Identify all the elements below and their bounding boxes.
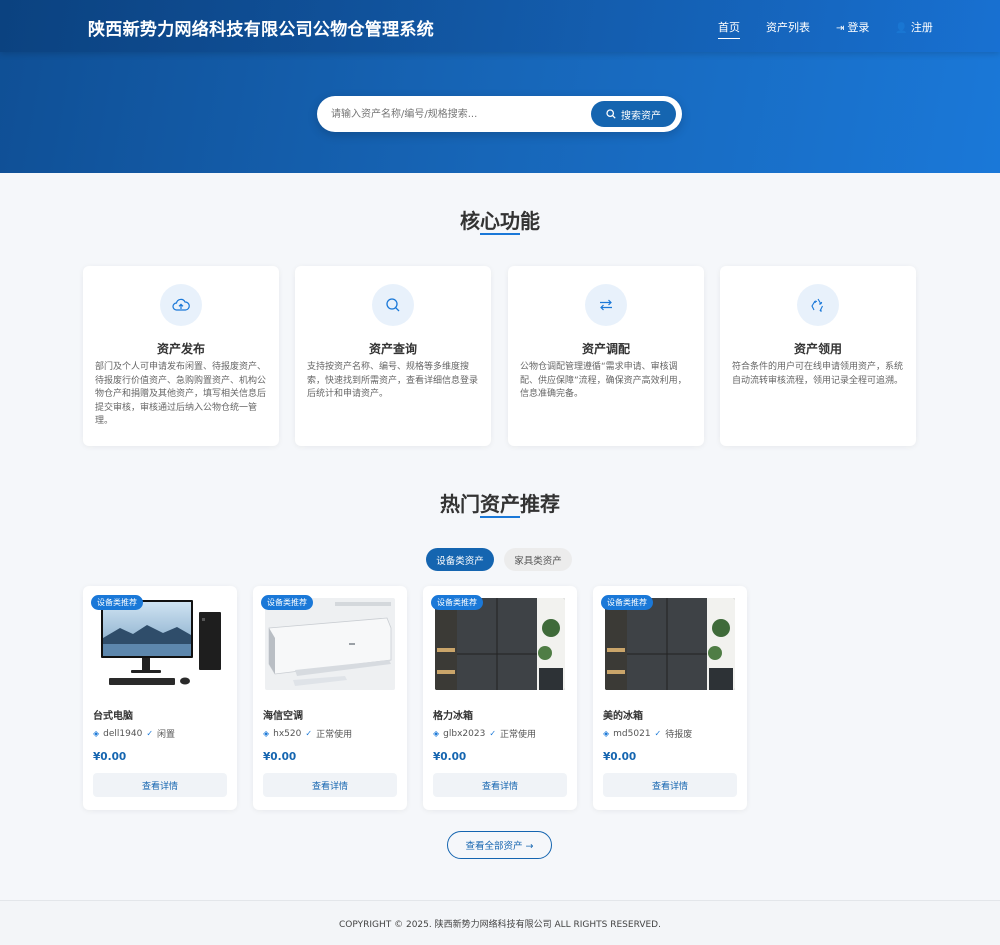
view-details-button[interactable]: 查看详情 — [263, 773, 397, 797]
feature-card-allocate: 资产调配 公物仓调配管理遵循“需求申请、审核调配、供应保障”流程，确保资产高效利… — [508, 266, 704, 446]
product-image-air-conditioner — [265, 598, 395, 690]
product-image-desktop — [95, 598, 225, 690]
feature-title: 资产发布 — [156, 342, 205, 356]
product-status: 待报废 — [665, 730, 693, 740]
tag-icon: ◈ — [433, 729, 440, 738]
feature-title: 资产查询 — [368, 342, 417, 356]
product-code: hx520 — [273, 728, 302, 739]
feature-desc: 公物仓调配管理遵循“需求申请、审核调配、供应保障”流程，确保资产高效利用，信息准… — [520, 362, 687, 399]
product-badge: 设备类推荐 — [431, 595, 483, 610]
search-input[interactable] — [331, 105, 591, 123]
product-status: 正常使用 — [316, 730, 353, 740]
check-circle-icon: ✓ — [305, 729, 313, 738]
nav-asset-list-label: 资产列表 — [766, 21, 810, 34]
product-meta: ◈ dell1940 ✓ 闲置 — [93, 727, 176, 741]
top-nav: 陕西新势力网络科技有限公司公物仓管理系统 首页 资产列表 ⇥ 登录 👤 注册 — [0, 0, 1000, 52]
product-code: dell1940 — [103, 728, 143, 739]
product-name: 海信空调 — [263, 711, 303, 722]
nav-login[interactable]: ⇥ 登录 — [836, 19, 869, 39]
search-button[interactable]: 搜索资产 — [591, 101, 676, 127]
exchange-icon — [585, 284, 627, 326]
copyright-text: COPYRIGHT © 2025. 陕西新势力网络科技有限公司 ALL RIGH… — [339, 920, 661, 930]
product-image-fridge — [605, 598, 735, 690]
features-title: 核心功能 — [460, 209, 540, 233]
product-meta: ◈ glbx2023 ✓ 正常使用 — [433, 727, 537, 741]
feature-desc: 支持按资产名称、编号、规格等多维度搜索，快速找到所需资产，查看详细信息登录后统计… — [307, 362, 479, 399]
feature-desc: 部门及个人可申请发布闲置、待报废资产、待报废行价值资产、急购购置资产、机构公物仓… — [95, 362, 267, 426]
user-plus-icon: 👤 — [895, 23, 908, 34]
search-bar: 搜索资产 — [317, 96, 682, 132]
recycle-icon — [797, 284, 839, 326]
feature-card-query: 资产查询 支持按资产名称、编号、规格等多维度搜索，快速找到所需资产，查看详细信息… — [295, 266, 491, 446]
hot-assets-title-underline — [480, 516, 520, 518]
cloud-upload-icon — [160, 284, 202, 326]
feature-title: 资产领用 — [793, 342, 842, 356]
product-card[interactable]: 设备类推荐 美的冰箱 ◈ md5021 ✓ 待报废 ¥0.00 查看详情 — [593, 586, 747, 810]
product-price: ¥0.00 — [263, 751, 297, 763]
check-circle-icon: ✓ — [146, 729, 154, 738]
search-button-label: 搜索资产 — [621, 110, 661, 122]
product-name: 格力冰箱 — [433, 711, 473, 722]
product-name: 美的冰箱 — [603, 711, 643, 722]
product-badge: 设备类推荐 — [601, 595, 653, 610]
feature-desc: 符合条件的用户可在线申请领用资产，系统自动流转审核流程，领用记录全程可追溯。 — [732, 362, 904, 386]
product-card[interactable]: 设备类推荐 海信空调 ◈ hx520 ✓ 正常使用 ¥0.00 查看详情 — [253, 586, 407, 810]
tab-equipment[interactable]: 设备类资产 — [426, 548, 494, 571]
tab-furniture[interactable]: 家具类资产 — [504, 548, 572, 571]
product-badge: 设备类推荐 — [91, 595, 143, 610]
nav-home[interactable]: 首页 — [718, 19, 740, 39]
nav-register[interactable]: 👤 注册 — [895, 19, 932, 39]
search-icon — [372, 284, 414, 326]
feature-card-publish: 资产发布 部门及个人可申请发布闲置、待报废资产、待报废行价值资产、急购购置资产、… — [83, 266, 279, 446]
site-brand[interactable]: 陕西新势力网络科技有限公司公物仓管理系统 — [88, 15, 434, 40]
tag-icon: ◈ — [263, 729, 270, 738]
footer: COPYRIGHT © 2025. 陕西新势力网络科技有限公司 ALL RIGH… — [0, 900, 1000, 945]
view-details-button[interactable]: 查看详情 — [93, 773, 227, 797]
view-all-assets-button[interactable]: 查看全部资产 → — [447, 831, 552, 859]
product-meta: ◈ hx520 ✓ 正常使用 — [263, 727, 353, 741]
login-icon: ⇥ — [836, 23, 845, 34]
nav-home-label: 首页 — [718, 21, 740, 34]
hot-assets-title: 热门资产推荐 — [440, 492, 560, 516]
feature-title: 资产调配 — [581, 342, 630, 356]
product-status: 正常使用 — [500, 730, 537, 740]
nav-login-label: 登录 — [847, 21, 870, 34]
product-badge: 设备类推荐 — [261, 595, 313, 610]
product-code: md5021 — [613, 728, 651, 739]
features-title-underline — [480, 233, 520, 235]
product-card[interactable]: 设备类推荐 格力冰箱 ◈ glbx2023 ✓ 正常使用 ¥0.00 查看详情 — [423, 586, 577, 810]
product-card[interactable]: 设备类推荐 台式电脑 ◈ dell1940 ✓ 闲置 ¥0.00 查看详情 — [83, 586, 237, 810]
feature-card-receive: 资产领用 符合条件的用户可在线申请领用资产，系统自动流转审核流程，领用记录全程可… — [720, 266, 916, 446]
product-code: glbx2023 — [443, 728, 486, 739]
product-image-fridge — [435, 598, 565, 690]
search-icon — [606, 109, 616, 119]
product-price: ¥0.00 — [93, 751, 127, 763]
nav-asset-list[interactable]: 资产列表 — [766, 19, 810, 39]
product-name: 台式电脑 — [93, 711, 133, 722]
product-status: 闲置 — [157, 730, 176, 740]
check-circle-icon: ✓ — [489, 729, 497, 738]
product-price: ¥0.00 — [603, 751, 637, 763]
view-details-button[interactable]: 查看详情 — [603, 773, 737, 797]
tag-icon: ◈ — [93, 729, 100, 738]
check-circle-icon: ✓ — [654, 729, 662, 738]
nav-links: 首页 资产列表 ⇥ 登录 👤 注册 — [718, 19, 933, 39]
tag-icon: ◈ — [603, 729, 610, 738]
product-meta: ◈ md5021 ✓ 待报废 — [603, 727, 693, 741]
product-price: ¥0.00 — [433, 751, 467, 763]
view-details-button[interactable]: 查看详情 — [433, 773, 567, 797]
nav-register-label: 注册 — [910, 21, 933, 34]
